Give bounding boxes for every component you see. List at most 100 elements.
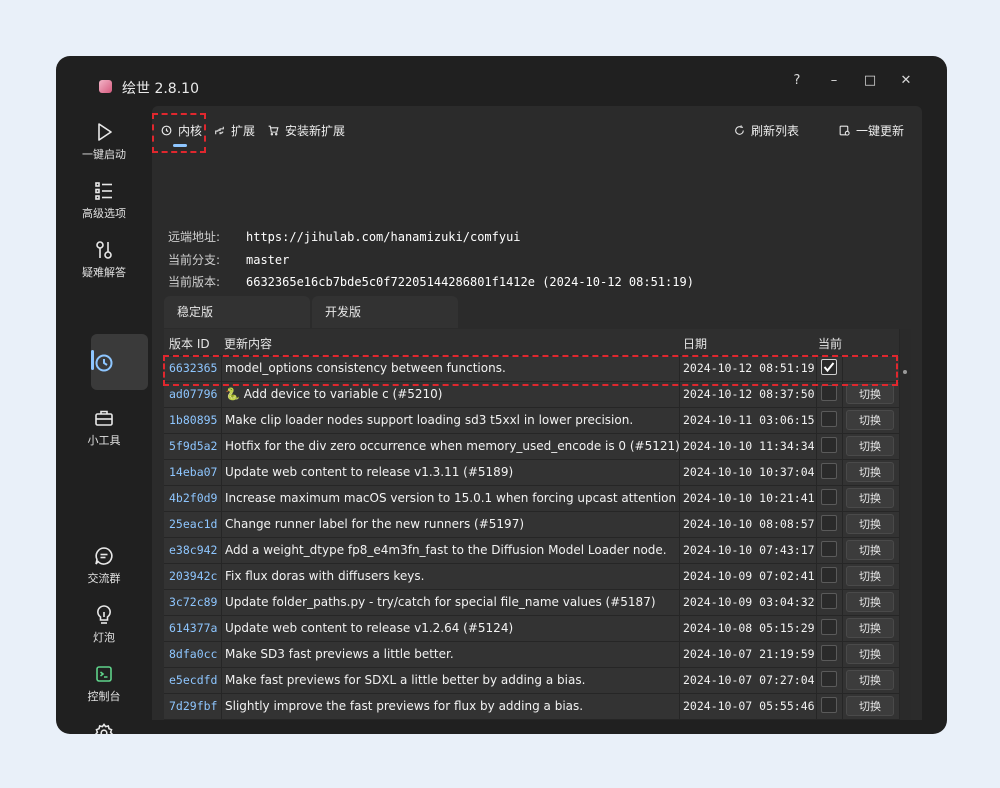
column-divider [221,642,222,667]
version-id: e38c942 [169,543,218,557]
switch-version-button[interactable]: 切换 [846,592,894,612]
column-divider [816,460,817,485]
current-checkbox[interactable] [821,645,837,661]
column-divider [221,460,222,485]
sidebar-item-launch[interactable]: 一键启动 [56,120,152,162]
commit-date: 2024-10-10 07:43:17 [683,543,815,557]
column-divider [816,486,817,511]
column-divider [679,408,680,433]
table-row: 1b80895 Make clip loader nodes support lo… [164,408,899,434]
current-checkbox[interactable] [821,411,837,427]
sidebar-item-label: 高级选项 [82,207,126,220]
column-divider [679,512,680,537]
switch-version-button[interactable]: 切换 [846,670,894,690]
subtab-dev[interactable]: 开发版 [312,296,458,328]
update-all-label: 一键更新 [856,124,905,138]
sidebar-item-settings[interactable]: 设置 [56,721,152,734]
current-checkbox[interactable] [821,619,837,635]
commit-date: 2024-10-07 05:55:46 [683,699,815,713]
current-checkbox[interactable] [821,697,837,713]
tab-extensions[interactable]: 扩展 [213,122,255,139]
current-checkbox[interactable] [821,567,837,583]
branch-value: master [246,253,290,267]
switch-version-button[interactable]: 切换 [846,410,894,430]
commit-date: 2024-10-10 10:21:41 [683,491,815,505]
sidebar-item-troubleshoot[interactable]: 疑难解答 [56,238,152,280]
column-divider [842,408,843,433]
help-button[interactable]: ? [783,70,811,92]
version-id: 7d29fbf [169,699,218,713]
table-scrollbar[interactable] [900,329,911,720]
remote-url-label: 远端地址: [168,230,221,244]
current-checkbox[interactable] [821,489,837,505]
commit-message: Update folder_paths.py - try/catch for s… [225,595,656,609]
switch-version-button[interactable]: 切换 [846,540,894,560]
current-checkbox[interactable] [821,463,837,479]
puzzle-icon [215,126,224,135]
column-divider [221,590,222,615]
refresh-list-button[interactable]: 刷新列表 [733,122,799,139]
tab-install-extension-label: 安装新扩展 [285,124,346,138]
column-divider [842,668,843,693]
tab-install-extension[interactable]: 安装新扩展 [267,122,345,139]
switch-version-button[interactable]: 切换 [846,696,894,716]
version-row: 当前版本: 6632365e16cb7bde5c0f72205144286801f… [168,273,694,290]
switch-version-button[interactable]: 切换 [846,618,894,638]
sidebar-item-label: 小工具 [87,434,121,447]
minimize-button[interactable]: – [820,70,848,92]
current-checkbox[interactable] [821,541,837,557]
update-icon [839,125,850,136]
close-button[interactable]: ✕ [892,70,920,92]
commit-date: 2024-10-10 11:34:34 [683,439,815,453]
commit-message: Make fast previews for SDXL a little bet… [225,673,586,687]
current-checkbox[interactable] [821,593,837,609]
wrench-icon [96,241,112,259]
column-divider [842,642,843,667]
column-divider [842,486,843,511]
version-id: 1b80895 [169,413,218,427]
column-divider [842,616,843,641]
column-divider [842,538,843,563]
sidebar-item-console[interactable]: 控制台 [56,662,152,704]
current-checkbox[interactable] [821,385,837,401]
list-icon [95,182,112,200]
highlight-box [152,113,206,153]
update-all-button[interactable]: 一键更新 [838,122,904,139]
sidebar-item-advanced[interactable]: 高级选项 [56,179,152,221]
column-divider [679,694,680,719]
column-divider [679,616,680,641]
column-divider [221,668,222,693]
version-table: 版本 ID 更新内容 日期 当前 6632365 model_options co… [164,329,911,720]
column-divider [816,564,817,589]
switch-version-button[interactable]: 切换 [846,384,894,404]
column-divider [842,512,843,537]
sidebar-item-lightbulb[interactable]: 灯泡 [56,603,152,645]
switch-version-button[interactable]: 切换 [846,462,894,482]
scrollbar-thumb[interactable] [903,370,907,374]
current-checkbox[interactable] [821,671,837,687]
sidebar-item-version[interactable] [56,351,152,375]
column-divider [221,616,222,641]
switch-version-button[interactable]: 切换 [846,514,894,534]
title-bar: 绘世 2.8.10 ? – □ ✕ [56,56,947,106]
maximize-button[interactable]: □ [856,70,884,92]
table-row: 25eac1d Change runner label for the new r… [164,512,899,538]
sidebar-item-tools[interactable]: 小工具 [56,406,152,448]
switch-version-button[interactable]: 切换 [846,644,894,664]
column-divider [679,486,680,511]
sidebar-item-community[interactable]: 交流群 [56,544,152,586]
table-row: 5f9d5a2 Hotfix for the div zero occurrenc… [164,434,899,460]
switch-version-button[interactable]: 切换 [846,436,894,456]
header-id: 版本 ID [169,337,210,351]
subtab-stable[interactable]: 稳定版 [164,296,310,328]
table-row: 4b2f0d9 Increase maximum macOS version to… [164,486,899,512]
version-id: 25eac1d [169,517,218,531]
current-checkbox[interactable] [821,437,837,453]
refresh-list-label: 刷新列表 [751,124,800,138]
switch-version-button[interactable]: 切换 [846,488,894,508]
commit-message: Change runner label for the new runners … [225,517,525,531]
current-checkbox[interactable] [821,515,837,531]
table-row: e5ecdfd Make fast previews for SDXL a lit… [164,668,899,694]
switch-version-button[interactable]: 切换 [846,566,894,586]
column-divider [679,564,680,589]
